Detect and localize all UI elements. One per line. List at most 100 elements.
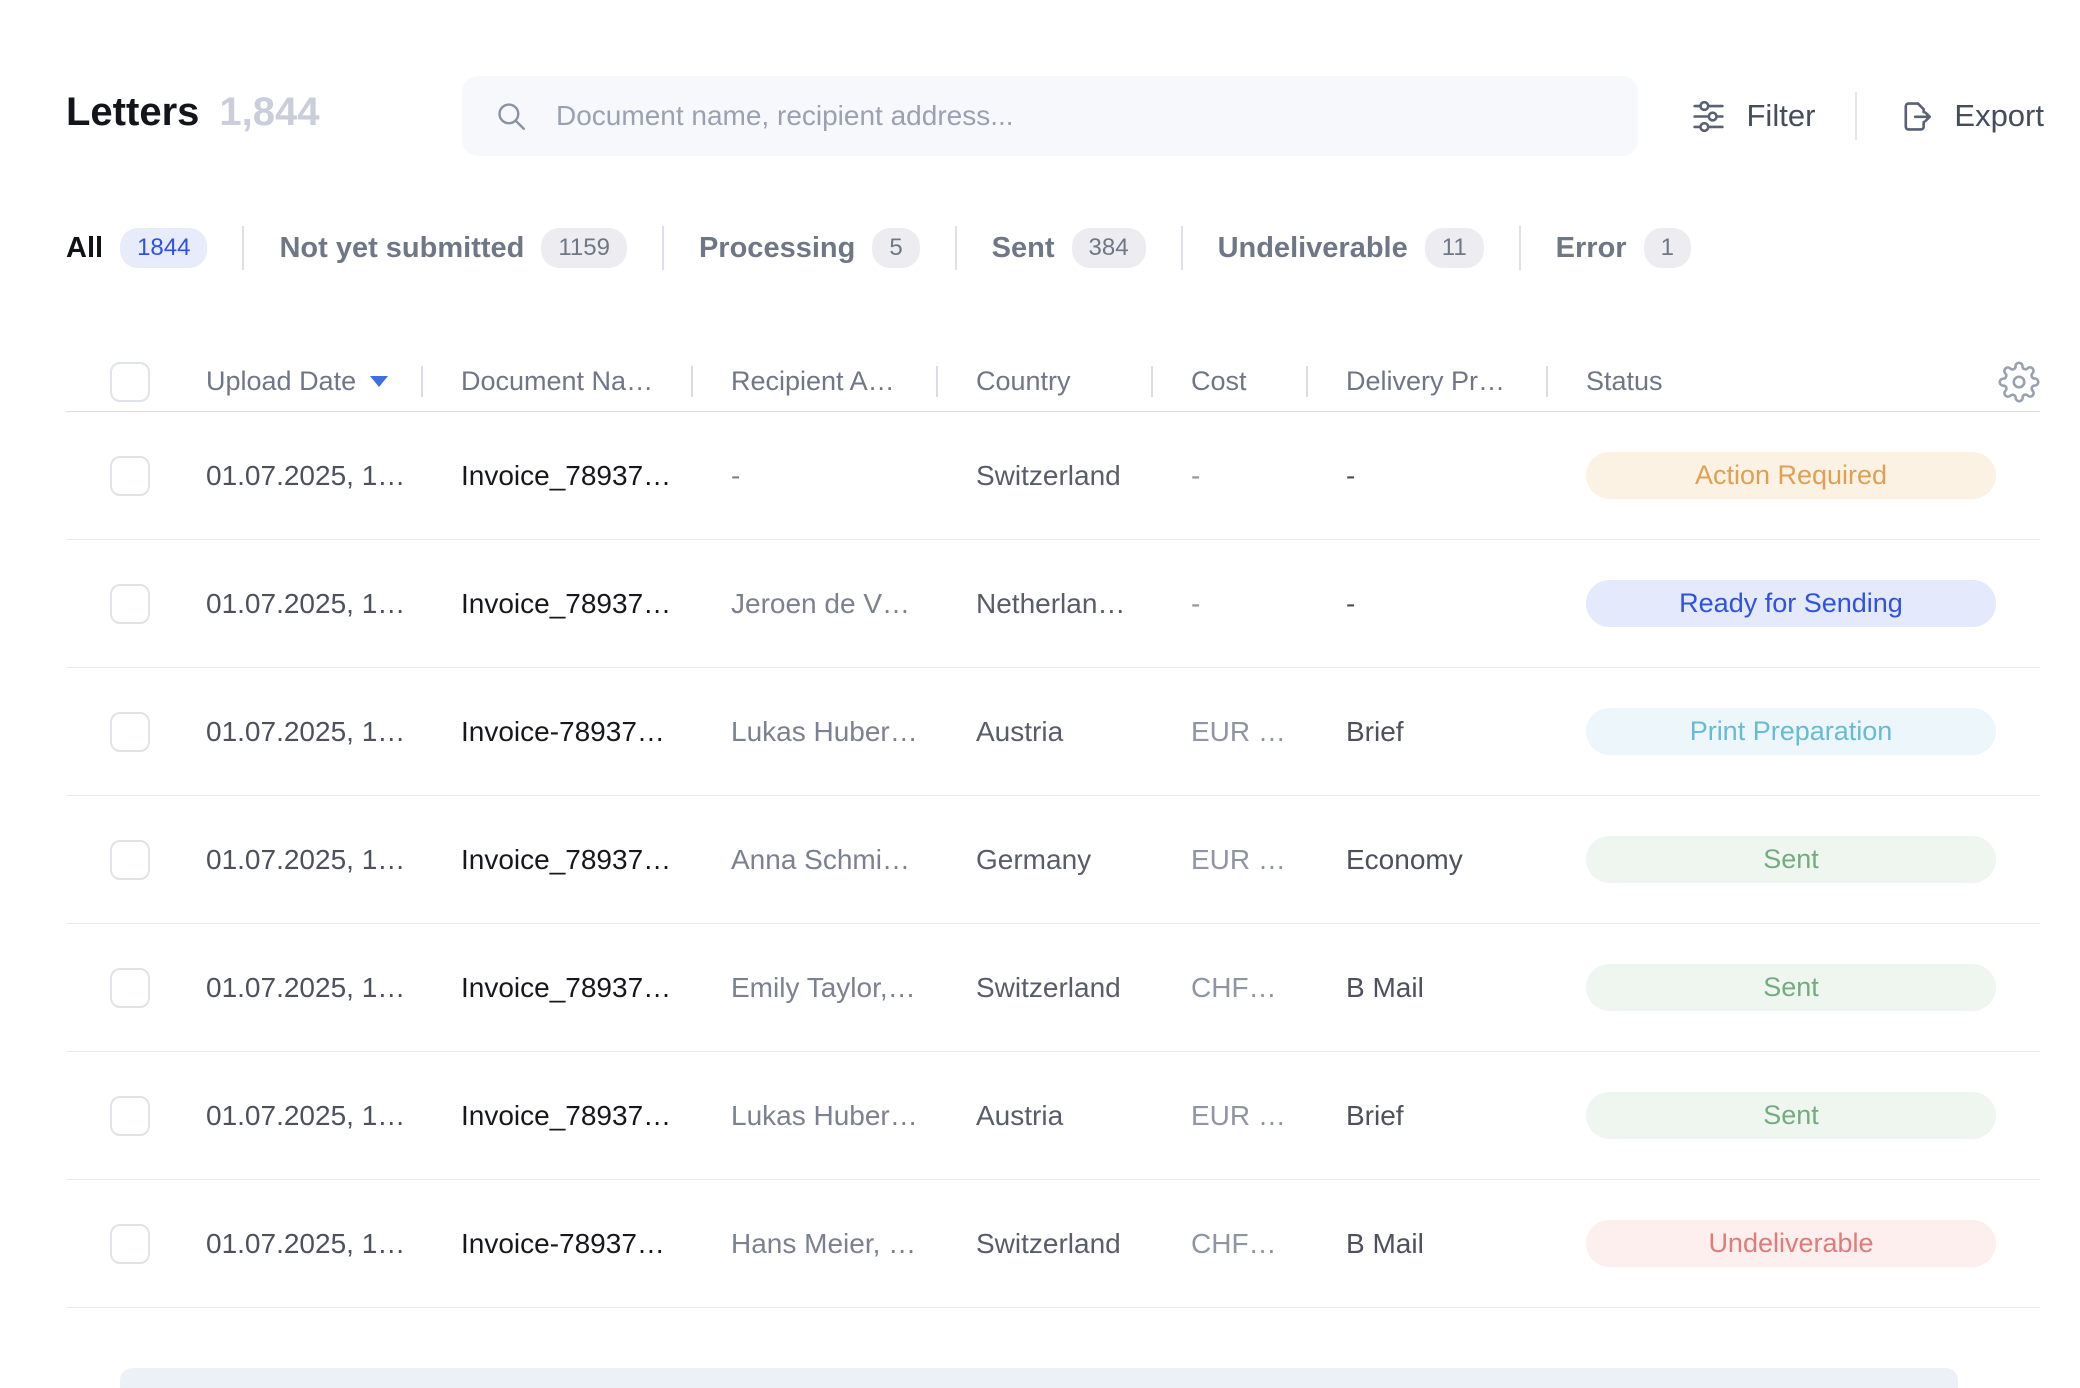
tab-processing-label: Processing [699, 232, 855, 265]
cell-country: Switzerland [936, 1228, 1151, 1260]
column-divider [1306, 366, 1308, 397]
row-checkbox[interactable] [110, 968, 150, 1008]
header-actions: Filter Export [1690, 76, 2045, 156]
status-badge: Print Preparation [1586, 708, 1996, 755]
page-header: Letters 1,844 [66, 90, 320, 135]
column-header-cost[interactable]: Cost [1151, 366, 1306, 397]
tab-divider [955, 226, 957, 270]
export-button-label: Export [1954, 98, 2044, 134]
tab-not-yet-submitted-count-badge: 1159 [541, 228, 627, 268]
tab-divider [242, 226, 244, 270]
tab-sent[interactable]: Sent 384 [992, 228, 1146, 268]
cell-recipient: Lukas Huber… [691, 1100, 936, 1132]
status-tabs: All 1844 Not yet submitted 1159 Processi… [66, 226, 1691, 270]
column-header-country[interactable]: Country [936, 366, 1151, 397]
cell-recipient: Anna Schmi… [691, 844, 936, 876]
column-header-status: Status [1546, 366, 2040, 397]
row-checkbox[interactable] [110, 1224, 150, 1264]
column-header-upload-date-label: Upload Date [206, 366, 356, 397]
gear-icon[interactable] [1998, 361, 2040, 403]
filter-sliders-icon [1690, 98, 1727, 135]
search-input[interactable] [556, 100, 1606, 132]
select-all-checkbox[interactable] [110, 362, 150, 402]
page-title: Letters [66, 90, 199, 135]
bottom-scroll-strip[interactable] [120, 1368, 1958, 1388]
tab-processing-count-badge: 5 [872, 228, 919, 268]
cell-document-name: Invoice_78937… [421, 1100, 691, 1132]
cell-cost: EUR … [1151, 716, 1306, 748]
cell-document-name: Invoice_78937… [421, 460, 691, 492]
column-divider [691, 366, 693, 397]
cell-document-name: Invoice_78937… [421, 844, 691, 876]
header-divider [1855, 92, 1857, 140]
cell-cost: CHF… [1151, 972, 1306, 1004]
column-header-upload-date[interactable]: Upload Date [166, 366, 421, 397]
cell-country: Switzerland [936, 972, 1151, 1004]
cell-country: Austria [936, 716, 1151, 748]
cell-delivery: B Mail [1306, 1228, 1546, 1260]
table-row[interactable]: 01.07.2025, 1… Invoice-78937… Lukas Hube… [66, 668, 2040, 796]
cell-delivery: Economy [1306, 844, 1546, 876]
status-badge: Sent [1586, 1092, 1996, 1139]
cell-recipient: Emily Taylor,… [691, 972, 936, 1004]
table-row[interactable]: 01.07.2025, 1… Invoice_78937… Lukas Hube… [66, 1052, 2040, 1180]
column-header-document-name[interactable]: Document Na… [421, 366, 691, 397]
row-checkbox[interactable] [110, 1096, 150, 1136]
column-header-delivery[interactable]: Delivery Pr… [1306, 366, 1546, 397]
tab-undeliverable-label: Undeliverable [1218, 232, 1408, 265]
cell-upload-date: 01.07.2025, 1… [166, 1228, 421, 1260]
row-checkbox[interactable] [110, 712, 150, 752]
status-badge: Ready for Sending [1586, 580, 1996, 627]
tab-sent-count-badge: 384 [1072, 228, 1146, 268]
page-title-count: 1,844 [219, 90, 319, 135]
cell-delivery: Brief [1306, 1100, 1546, 1132]
search-bar[interactable] [462, 76, 1638, 156]
column-divider [1546, 366, 1548, 397]
status-badge: Sent [1586, 964, 1996, 1011]
tab-error[interactable]: Error 1 [1556, 228, 1691, 268]
tab-processing[interactable]: Processing 5 [699, 228, 920, 268]
column-header-recipient[interactable]: Recipient A… [691, 366, 936, 397]
status-badge: Undeliverable [1586, 1220, 1996, 1267]
cell-cost: CHF… [1151, 1228, 1306, 1260]
table-row[interactable]: 01.07.2025, 1… Invoice_78937… Anna Schmi… [66, 796, 2040, 924]
tab-divider [662, 226, 664, 270]
cell-delivery: - [1306, 588, 1546, 620]
cell-upload-date: 01.07.2025, 1… [166, 460, 421, 492]
cell-upload-date: 01.07.2025, 1… [166, 844, 421, 876]
row-checkbox[interactable] [110, 456, 150, 496]
table-row[interactable]: 01.07.2025, 1… Invoice-78937… Hans Meier… [66, 1180, 2040, 1308]
tab-divider [1181, 226, 1183, 270]
tab-undeliverable-count-badge: 11 [1425, 228, 1484, 268]
row-checkbox[interactable] [110, 584, 150, 624]
cell-cost: EUR … [1151, 844, 1306, 876]
filter-button-label: Filter [1747, 98, 1816, 134]
filter-button[interactable]: Filter [1690, 98, 1816, 135]
cell-document-name: Invoice_78937… [421, 972, 691, 1004]
cell-country: Netherlan… [936, 588, 1151, 620]
sort-desc-caret-icon[interactable] [370, 376, 388, 387]
column-divider [421, 366, 423, 397]
tab-not-yet-submitted[interactable]: Not yet submitted 1159 [279, 228, 627, 268]
cell-recipient: Lukas Huber… [691, 716, 936, 748]
table-row[interactable]: 01.07.2025, 1… Invoice_78937… Emily Tayl… [66, 924, 2040, 1052]
cell-recipient: Jeroen de V… [691, 588, 936, 620]
cell-recipient: - [691, 460, 936, 492]
cell-delivery: B Mail [1306, 972, 1546, 1004]
tab-undeliverable[interactable]: Undeliverable 11 [1218, 228, 1484, 268]
cell-country: Austria [936, 1100, 1151, 1132]
cell-cost: EUR … [1151, 1100, 1306, 1132]
table-row[interactable]: 01.07.2025, 1… Invoice_78937… Jeroen de … [66, 540, 2040, 668]
cell-recipient: Hans Meier, … [691, 1228, 936, 1260]
cell-document-name: Invoice-78937… [421, 1228, 691, 1260]
export-button[interactable]: Export [1897, 98, 2044, 135]
export-document-icon [1897, 98, 1934, 135]
table-header-row: Upload Date Document Na… Recipient A… Co… [66, 352, 2040, 412]
row-checkbox[interactable] [110, 840, 150, 880]
tab-all[interactable]: All 1844 [66, 228, 207, 268]
table-row[interactable]: 01.07.2025, 1… Invoice_78937… - Switzerl… [66, 412, 2040, 540]
cell-cost: - [1151, 588, 1306, 620]
cell-upload-date: 01.07.2025, 1… [166, 716, 421, 748]
tab-sent-label: Sent [992, 232, 1055, 265]
cell-country: Switzerland [936, 460, 1151, 492]
